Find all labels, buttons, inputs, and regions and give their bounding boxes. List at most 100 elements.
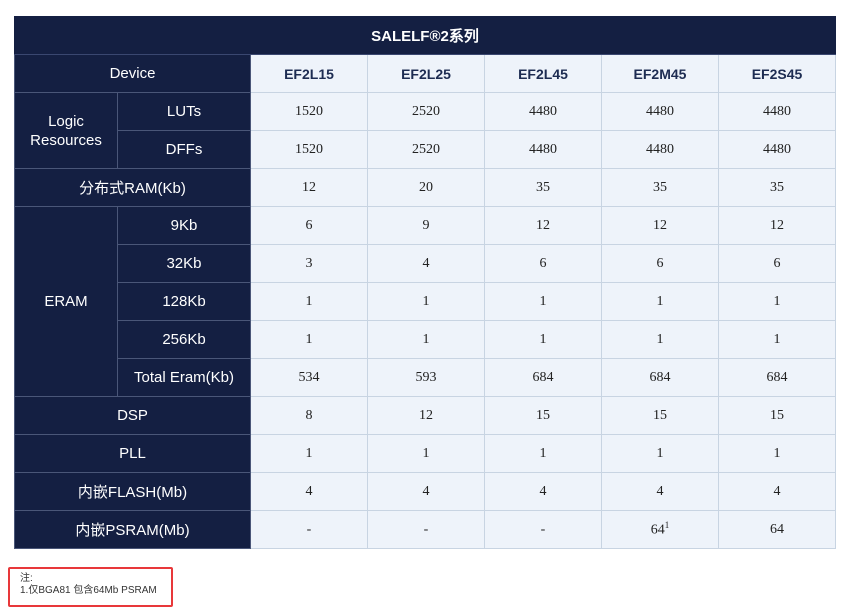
table-cell: 2520 (367, 92, 485, 131)
table-cell: 35 (601, 168, 719, 207)
table-cell: 593 (367, 358, 485, 397)
table-row: 内嵌PSRAM(Mb) - - - 641 64 (14, 510, 837, 549)
row-label: 内嵌PSRAM(Mb) (14, 510, 251, 549)
table-cell: 1 (250, 434, 368, 473)
table-cell: 12 (367, 396, 485, 435)
group-label-eram: ERAM (14, 206, 118, 397)
title-row: SALELF®2系列 (13, 16, 837, 55)
table-cell: 4 (601, 472, 719, 511)
table-cell: 4 (717, 472, 837, 511)
group-label-logic: Logic Resources (14, 92, 118, 169)
table-cell: 4480 (601, 92, 719, 131)
table-cell: 2520 (367, 130, 485, 169)
table-cell: 1 (484, 320, 602, 359)
table-cell: 1 (367, 320, 485, 359)
table-cell: 15 (601, 396, 719, 435)
table-cell: 1 (717, 434, 837, 473)
table-cell: 6 (717, 244, 837, 283)
table-cell: 35 (484, 168, 602, 207)
table-cell: 1 (717, 320, 837, 359)
table-cell: 1 (717, 282, 837, 321)
device-header: EF2L45 (484, 54, 602, 93)
table-cell: 4 (250, 472, 368, 511)
table-row: Logic Resources LUTs 1520 2520 4480 4480… (14, 92, 837, 169)
table-cell: 4 (367, 244, 485, 283)
table-cell: 6 (601, 244, 719, 283)
spec-table: SALELF®2系列 Device EF2L15 EF2L25 EF2L45 E… (13, 16, 837, 549)
table-cell: 1 (484, 434, 602, 473)
table-cell: 1 (250, 320, 368, 359)
table-cell: - (250, 510, 368, 549)
table-cell: 12 (717, 206, 837, 245)
table-cell: 12 (484, 206, 602, 245)
table-cell: 1520 (250, 92, 368, 131)
table-cell: 4480 (484, 130, 602, 169)
table-cell: 4 (367, 472, 485, 511)
table-cell: 684 (717, 358, 837, 397)
footnote-box: 注: 1.仅BGA81 包含64Mb PSRAM (8, 567, 173, 607)
row-label: 32Kb (117, 244, 251, 283)
footnote-heading: 注: (20, 573, 33, 584)
table-cell: 15 (717, 396, 837, 435)
table-row: DSP 8 12 15 15 15 (14, 396, 837, 435)
device-label: Device (14, 54, 251, 93)
table-cell: 1 (601, 282, 719, 321)
table-cell: 6 (250, 206, 368, 245)
table-cell: 20 (367, 168, 485, 207)
row-label: LUTs (117, 92, 251, 131)
row-label: 256Kb (117, 320, 251, 359)
device-header: EF2L25 (367, 54, 485, 93)
table-cell: 641 (601, 510, 719, 549)
table-cell: 3 (250, 244, 368, 283)
row-label: 128Kb (117, 282, 251, 321)
table-cell: 684 (601, 358, 719, 397)
row-label: Total Eram(Kb) (117, 358, 251, 397)
table-cell: 35 (717, 168, 837, 207)
table-row: DFFs 1520 2520 4480 4480 4480 (15, 130, 837, 169)
table-cell: 4480 (717, 130, 837, 169)
table-row: Total Eram(Kb) 534 593 684 684 684 (15, 358, 837, 397)
device-header: EF2S45 (717, 54, 837, 93)
table-row: ERAM 9Kb 6 9 12 12 12 (14, 206, 837, 397)
table-cell: 12 (250, 168, 368, 207)
table-row: 128Kb 1 1 1 1 1 (15, 282, 837, 321)
table-cell: 1 (601, 434, 719, 473)
table-cell: 6 (484, 244, 602, 283)
table-cell: 9 (367, 206, 485, 245)
row-label: 9Kb (117, 206, 251, 245)
header-row: Device EF2L15 EF2L25 EF2L45 EF2M45 EF2S4… (14, 54, 837, 93)
device-header: EF2M45 (601, 54, 719, 93)
table-cell: 4 (484, 472, 602, 511)
table-cell: - (367, 510, 485, 549)
row-label: DSP (14, 396, 251, 435)
table-cell: 12 (601, 206, 719, 245)
cell-value: 64 (650, 522, 665, 538)
table-cell: 684 (484, 358, 602, 397)
table-cell: 15 (484, 396, 602, 435)
footnote-text: 1.仅BGA81 包含64Mb PSRAM (20, 585, 157, 596)
table-row: 32Kb 3 4 6 6 6 (15, 244, 837, 283)
table-cell: - (484, 510, 602, 549)
table-cell: 4480 (717, 92, 837, 131)
table-cell: 1 (250, 282, 368, 321)
table-cell: 1520 (250, 130, 368, 169)
table-cell: 1 (601, 320, 719, 359)
table-row: 256Kb 1 1 1 1 1 (15, 320, 837, 359)
row-label: PLL (14, 434, 251, 473)
table-cell: 1 (367, 282, 485, 321)
table-cell: 64 (717, 510, 837, 549)
row-label: 内嵌FLASH(Mb) (14, 472, 251, 511)
table-cell: 4480 (601, 130, 719, 169)
table-title: SALELF®2系列 (13, 16, 837, 55)
table-cell: 1 (484, 282, 602, 321)
row-label: 分布式RAM(Kb) (14, 168, 251, 207)
table-row: 内嵌FLASH(Mb) 4 4 4 4 4 (14, 472, 837, 511)
table-cell: 1 (367, 434, 485, 473)
table-cell: 4480 (484, 92, 602, 131)
table-cell: 8 (250, 396, 368, 435)
row-label: DFFs (117, 130, 251, 169)
device-header: EF2L15 (250, 54, 368, 93)
table-cell: 534 (250, 358, 368, 397)
footnote-mark: 1 (664, 520, 670, 531)
table-row: 分布式RAM(Kb) 12 20 35 35 35 (14, 168, 837, 207)
